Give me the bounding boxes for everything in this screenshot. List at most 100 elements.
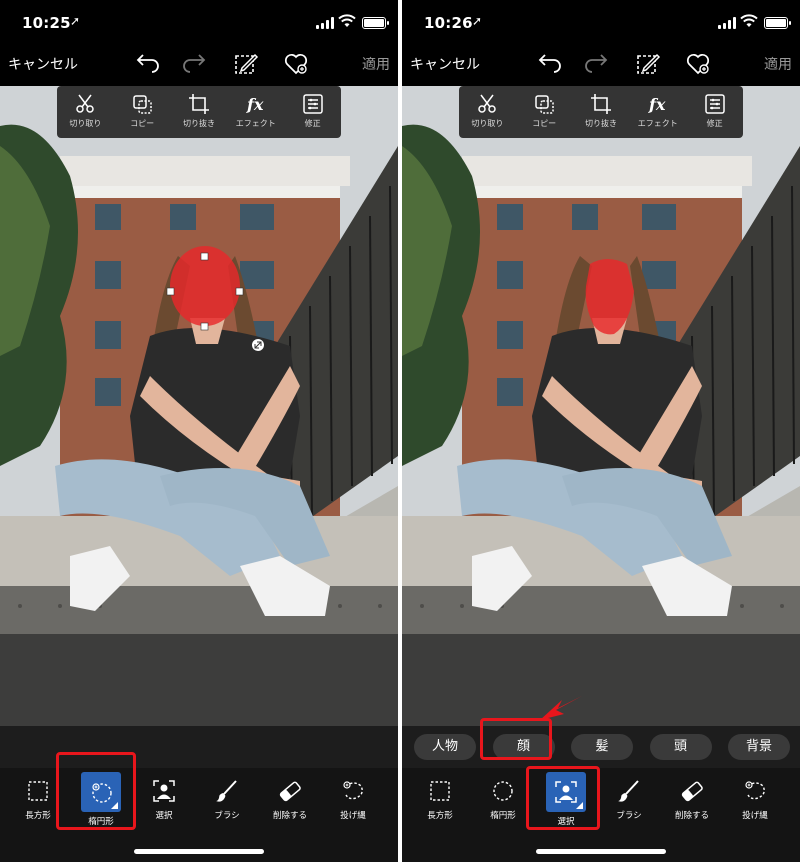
apply-button[interactable]: 適用	[764, 54, 792, 74]
menu-copy[interactable]: コピー	[519, 92, 569, 129]
copy-icon	[133, 95, 152, 114]
photo-canvas[interactable]	[0, 86, 398, 726]
tool-select[interactable]: 選択	[136, 778, 192, 821]
fx-icon: fx	[648, 95, 666, 114]
chip-background[interactable]: 背景	[728, 734, 790, 760]
highlight-box-select-tool	[526, 766, 600, 830]
menu-effect[interactable]: fx エフェクト	[231, 92, 281, 129]
chip-hair[interactable]: 髪	[571, 734, 633, 760]
photo-image	[402, 86, 800, 726]
tool-rectangle-label: 長方形	[427, 811, 453, 821]
scissors-icon	[478, 94, 497, 113]
menu-effect-label: エフェクト	[637, 119, 678, 128]
tool-brush-label: ブラシ	[616, 811, 642, 821]
cancel-button[interactable]: キャンセル	[410, 54, 480, 74]
menu-crop-label: 切り抜き	[584, 119, 617, 128]
menu-adjust-label: 修正	[706, 119, 723, 128]
battery-icon	[764, 17, 791, 29]
ellipse-select-icon	[493, 781, 513, 801]
tool-brush-label: ブラシ	[214, 811, 240, 821]
undo-icon[interactable]	[534, 50, 562, 78]
scissors-icon	[76, 94, 95, 113]
rectangle-select-icon	[430, 781, 450, 801]
copy-icon	[535, 95, 554, 114]
menu-effect-label: エフェクト	[235, 119, 276, 128]
edit-popup-menu: 切り取り コピー 切り抜き fx エフェクト 修正	[459, 86, 743, 138]
home-indicator	[536, 849, 666, 854]
category-chips: 人物 顔 髪 頭 背景	[414, 734, 790, 760]
status-time: 10:26	[424, 14, 473, 32]
menu-adjust-label: 修正	[304, 119, 321, 128]
undo-icon[interactable]	[132, 50, 160, 78]
phone-left: 10:25 ➚ キャンセル 適用 切り取り コピー 切り抜き fx エフェクト …	[0, 0, 398, 862]
red-arrow-icon	[540, 696, 582, 720]
menu-cut-label: 切り取り	[69, 119, 102, 128]
eraser-icon	[279, 781, 301, 802]
status-bar: 10:26 ➚	[402, 0, 800, 44]
chip-head[interactable]: 頭	[649, 734, 712, 760]
location-icon: ➚	[70, 14, 81, 28]
menu-cut-label: 切り取り	[471, 119, 504, 128]
favorite-add-icon[interactable]	[282, 50, 310, 78]
highlight-box-ellipse-tool	[56, 752, 136, 830]
redo-icon[interactable]	[182, 50, 210, 78]
signal-icon	[316, 17, 334, 29]
wifi-icon	[740, 14, 758, 27]
adjust-icon	[704, 94, 725, 114]
menu-adjust[interactable]: 修正	[288, 92, 338, 129]
person-select-icon	[153, 780, 175, 802]
tool-lasso[interactable]: 投げ縄	[325, 778, 381, 821]
status-time: 10:25	[22, 14, 71, 32]
tool-lasso[interactable]: 投げ縄	[727, 778, 783, 821]
menu-cut[interactable]: 切り取り	[60, 92, 110, 129]
tool-brush[interactable]: ブラシ	[199, 778, 255, 821]
chip-person[interactable]: 人物	[414, 734, 476, 760]
svg-text:fx: fx	[246, 95, 264, 114]
location-icon: ➚	[472, 14, 483, 28]
tool-ellipse[interactable]: 楕円形	[475, 778, 531, 821]
menu-effect[interactable]: fx エフェクト	[633, 92, 683, 129]
tool-lasso-label: 投げ縄	[742, 811, 768, 821]
tool-erase-label: 削除する	[674, 811, 709, 821]
tool-erase-label: 削除する	[272, 811, 307, 821]
top-bar: キャンセル 適用	[402, 44, 800, 84]
lasso-icon	[343, 781, 363, 800]
selection-toolbar: 長方形 楕円形 選択 ブラシ 削除する 投げ縄	[402, 768, 800, 862]
screenshot-composite: 10:25 ➚ キャンセル 適用 切り取り コピー 切り抜き fx エフェクト …	[0, 0, 800, 862]
menu-adjust[interactable]: 修正	[690, 92, 740, 129]
menu-copy[interactable]: コピー	[117, 92, 167, 129]
phone-right: 10:26 ➚ キャンセル 適用 切り取り コピー 切り抜き fx エフェクト …	[402, 0, 800, 862]
crop-icon	[188, 94, 209, 114]
eraser-icon	[681, 781, 703, 802]
top-bar: キャンセル 適用	[0, 44, 398, 84]
cancel-button[interactable]: キャンセル	[8, 54, 78, 74]
brush-icon	[216, 780, 237, 802]
tool-ellipse-label: 楕円形	[490, 811, 516, 821]
tool-erase[interactable]: 削除する	[262, 778, 318, 821]
menu-copy-label: コピー	[130, 119, 155, 128]
adjust-icon	[302, 94, 323, 114]
tool-erase[interactable]: 削除する	[664, 778, 720, 821]
crop-icon	[590, 94, 611, 114]
tool-rectangle[interactable]: 長方形	[412, 778, 468, 821]
tool-select-label: 選択	[155, 811, 173, 821]
svg-text:fx: fx	[648, 95, 666, 114]
menu-crop[interactable]: 切り抜き	[576, 92, 626, 129]
favorite-add-icon[interactable]	[684, 50, 712, 78]
redo-icon[interactable]	[584, 50, 612, 78]
photo-image	[0, 86, 398, 726]
home-indicator	[134, 849, 264, 854]
edit-icon[interactable]	[232, 50, 260, 78]
signal-icon	[718, 17, 736, 29]
apply-button[interactable]: 適用	[362, 54, 390, 74]
fx-icon: fx	[246, 95, 264, 114]
status-bar: 10:25 ➚	[0, 0, 398, 44]
menu-cut[interactable]: 切り取り	[462, 92, 512, 129]
menu-crop[interactable]: 切り抜き	[174, 92, 224, 129]
photo-canvas[interactable]	[402, 86, 800, 726]
menu-copy-label: コピー	[532, 119, 557, 128]
tool-brush[interactable]: ブラシ	[601, 778, 657, 821]
brush-icon	[618, 780, 639, 802]
lasso-icon	[745, 781, 765, 800]
edit-icon[interactable]	[634, 50, 662, 78]
